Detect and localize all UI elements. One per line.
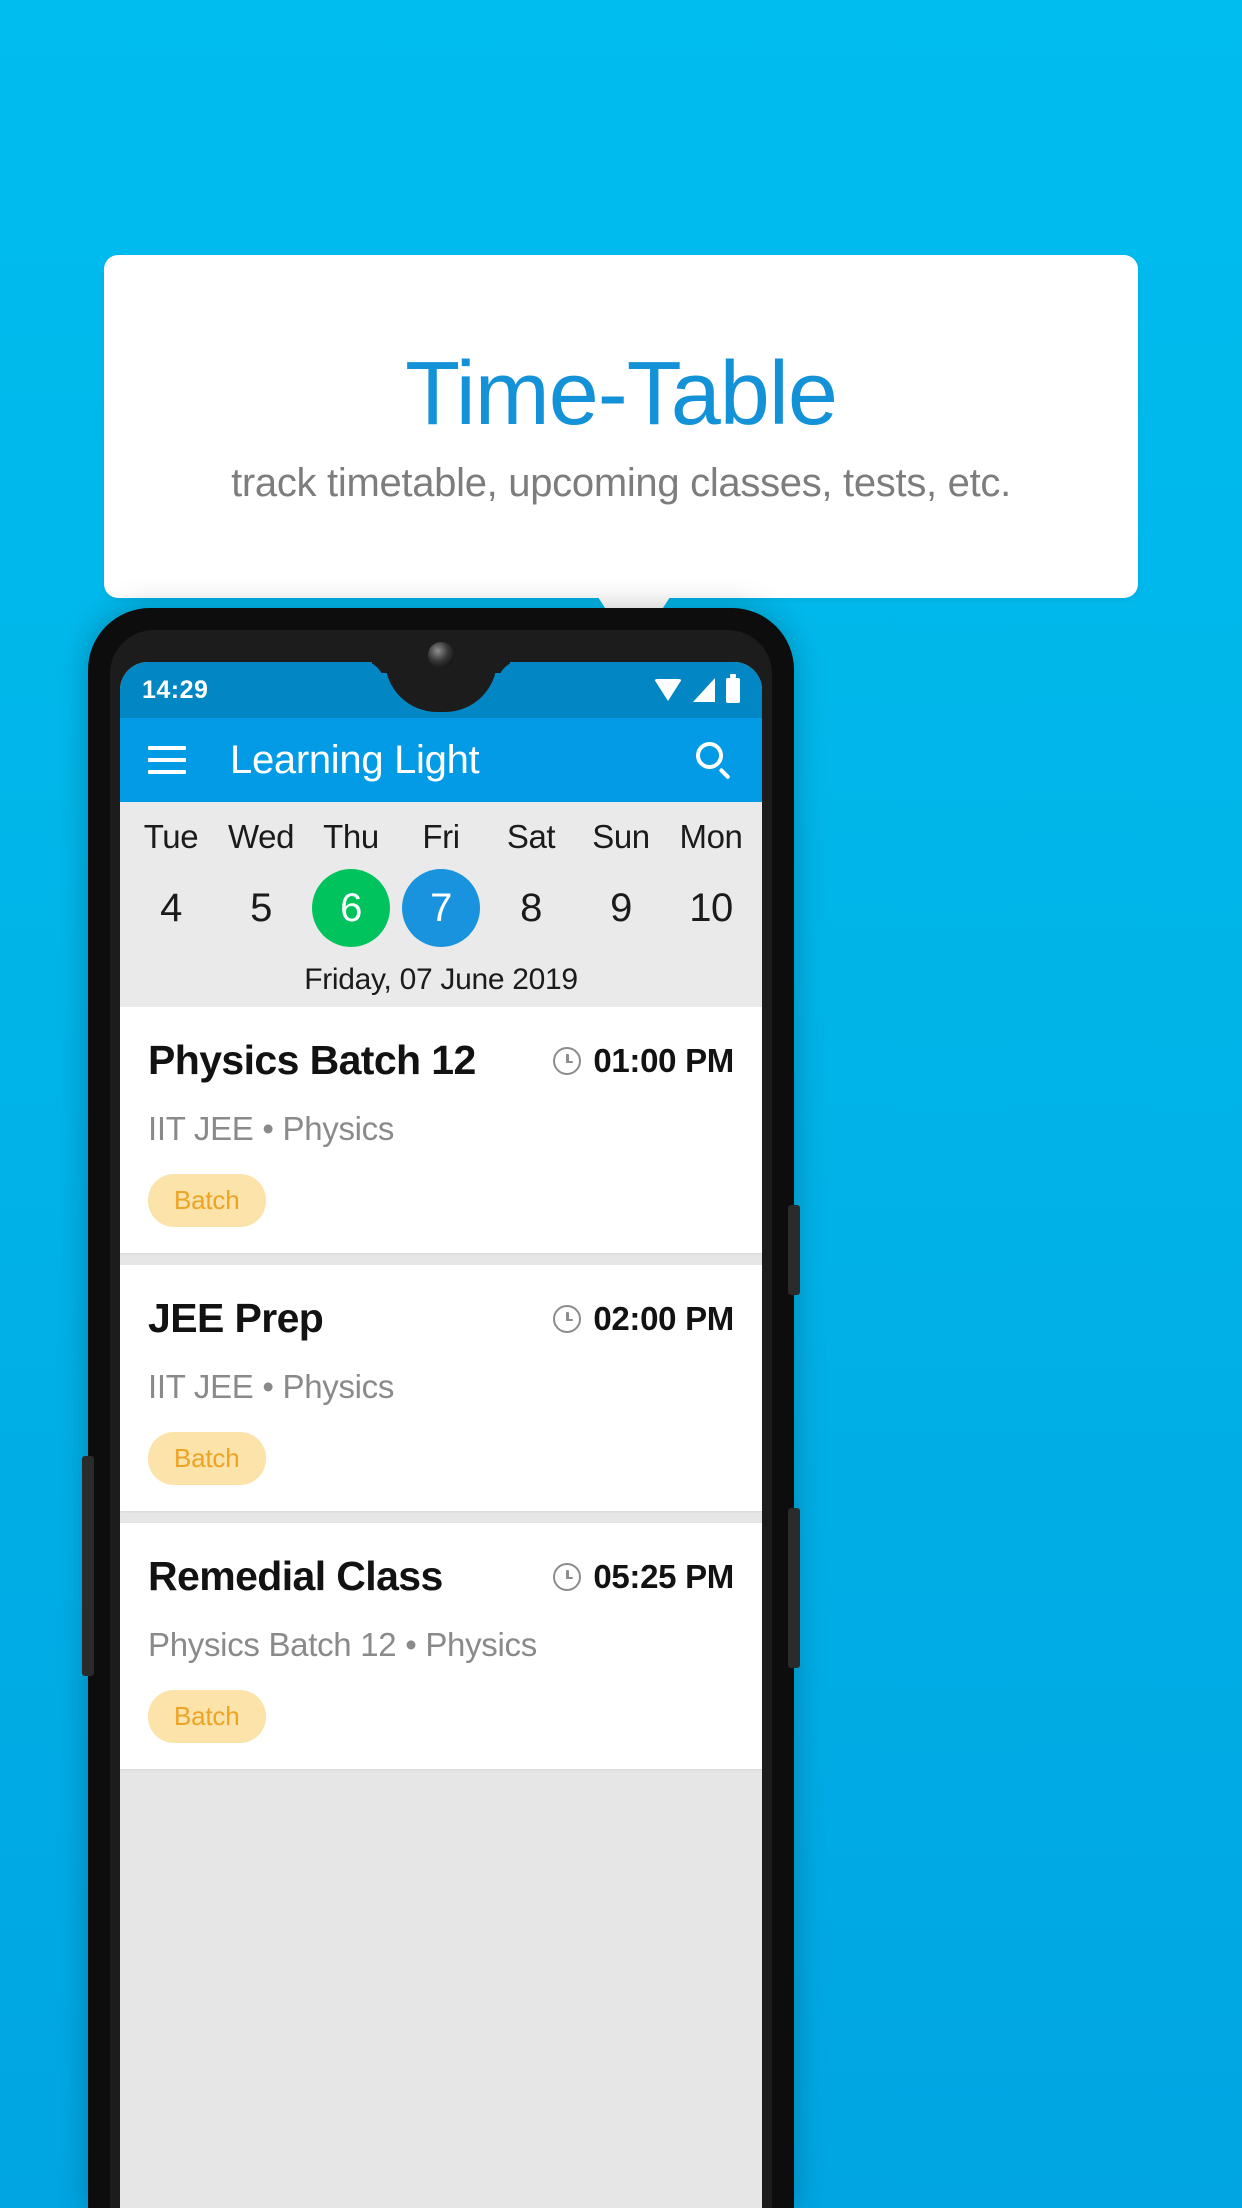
event-list: Physics Batch 12 01:00 PM IIT JEE • Physic…	[120, 1007, 762, 2208]
promo-subtitle: track timetable, upcoming classes, tests…	[231, 461, 1011, 506]
event-header: JEE Prep 02:00 PM	[148, 1295, 734, 1342]
app-bar: Learning Light	[120, 718, 762, 802]
day-number-circle[interactable]: 4	[132, 869, 210, 947]
status-time: 14:29	[142, 675, 209, 704]
day-number-circle[interactable]: 9	[582, 869, 660, 947]
day-number: 10	[689, 885, 733, 930]
date-strip: Tue 4 Wed 5 Thu 6 Fri 7 Sat 8 Sun 9 Mon 10 Friday, 07…	[120, 802, 762, 1008]
status-badge: Batch	[148, 1432, 266, 1486]
app-title: Learning Light	[230, 737, 480, 782]
event-subtitle: IIT JEE • Physics	[148, 1110, 395, 1148]
day-name: Thu	[323, 818, 379, 855]
status-icons	[654, 673, 740, 703]
battery-icon	[726, 673, 740, 703]
event-time: 01:00 PM	[593, 1041, 734, 1079]
day-column-tue[interactable]: Tue 4	[126, 816, 216, 947]
event-time-group: 01:00 PM	[553, 1042, 734, 1080]
day-number-circle[interactable]: 7	[402, 869, 480, 948]
volume-button[interactable]	[788, 1508, 800, 1668]
day-name: Fri	[422, 818, 460, 855]
day-number-circle[interactable]: 8	[492, 869, 570, 947]
signal-icon	[693, 678, 715, 702]
day-name: Mon	[679, 818, 743, 855]
event-title: Remedial Class	[148, 1553, 443, 1600]
day-name: Sat	[506, 818, 556, 855]
day-number: 9	[610, 885, 632, 930]
event-time: 05:25 PM	[593, 1557, 734, 1595]
status-badge: Batch	[148, 1174, 266, 1228]
status-badge: Batch	[148, 1690, 266, 1744]
event-title: Physics Batch 12	[148, 1037, 476, 1084]
day-column-wed[interactable]: Wed 5	[216, 816, 306, 947]
event-time-group: 05:25 PM	[553, 1558, 734, 1596]
day-name: Tue	[143, 818, 199, 855]
clock-icon	[553, 1304, 582, 1333]
event-time: 02:00 PM	[593, 1299, 734, 1337]
day-column-sat[interactable]: Sat 8	[486, 816, 576, 947]
phone-bezel: 14:29 Learning Light Tue 4 Wed 5 Thu 6 F…	[110, 630, 772, 2208]
event-title: JEE Prep	[148, 1295, 324, 1342]
event-card[interactable]: JEE Prep 02:00 PM IIT JEE • Physics Batch	[120, 1265, 762, 1512]
phone-mockup: 14:29 Learning Light Tue 4 Wed 5 Thu 6 F…	[82, 608, 800, 2208]
day-column-mon[interactable]: Mon 10	[666, 816, 756, 947]
day-number-circle[interactable]: 5	[222, 869, 300, 947]
event-time-group: 02:00 PM	[553, 1300, 734, 1338]
clock-icon	[553, 1046, 582, 1075]
event-card[interactable]: Remedial Class 05:25 PM Physics Batch 12 •…	[120, 1523, 762, 1770]
day-column-sun[interactable]: Sun 9	[576, 816, 666, 947]
day-name: Wed	[227, 818, 295, 855]
front-camera-icon	[428, 642, 454, 668]
event-card[interactable]: Physics Batch 12 01:00 PM IIT JEE • Physic…	[120, 1007, 762, 1254]
page-title: Time-Table	[405, 343, 838, 444]
day-number: 4	[160, 885, 182, 930]
day-name: Sun	[592, 818, 650, 855]
day-number: 5	[250, 885, 272, 930]
event-subtitle: Physics Batch 12 • Physics	[148, 1626, 537, 1664]
day-number: 6	[340, 885, 362, 930]
power-button[interactable]	[788, 1205, 800, 1295]
days-row: Tue 4 Wed 5 Thu 6 Fri 7 Sat 8 Sun 9 Mon 10	[120, 816, 762, 948]
wifi-icon	[654, 679, 682, 701]
selected-date-label: Friday, 07 June 2019	[304, 963, 578, 997]
promo-card: Time-Table track timetable, upcoming cla…	[104, 255, 1138, 598]
day-number-circle[interactable]: 6	[312, 869, 390, 948]
day-column-fri[interactable]: Fri 7	[396, 816, 486, 948]
day-number: 7	[430, 885, 452, 930]
phone-screen: 14:29 Learning Light Tue 4 Wed 5 Thu 6 F…	[120, 662, 762, 2208]
day-number-circle[interactable]: 10	[672, 869, 750, 947]
hamburger-menu-icon[interactable]	[148, 746, 186, 774]
day-number: 8	[520, 885, 542, 930]
search-icon[interactable]	[694, 740, 734, 780]
clock-icon	[553, 1562, 582, 1591]
event-subtitle: IIT JEE • Physics	[148, 1368, 395, 1406]
event-header: Remedial Class 05:25 PM	[148, 1553, 734, 1600]
day-column-thu[interactable]: Thu 6	[306, 816, 396, 948]
assistant-button[interactable]	[82, 1456, 94, 1676]
event-header: Physics Batch 12 01:00 PM	[148, 1037, 734, 1084]
